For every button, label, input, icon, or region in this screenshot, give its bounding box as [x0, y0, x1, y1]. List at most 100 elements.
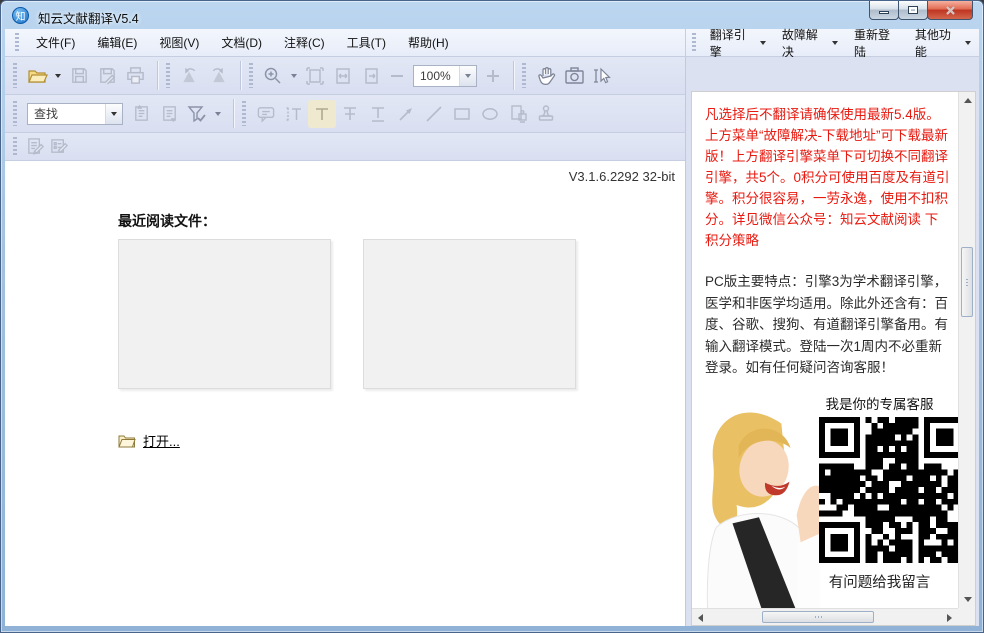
menu-tools[interactable]: 工具(T) — [336, 30, 397, 55]
menu-comment[interactable]: 注释(C) — [273, 30, 336, 55]
chevron-down-icon — [760, 41, 766, 45]
highlight-text-button[interactable] — [308, 100, 336, 128]
toolbar-gripper — [15, 33, 19, 52]
close-button[interactable] — [927, 0, 973, 20]
stamp-tool-button[interactable] — [532, 100, 560, 128]
menu-help[interactable]: 帮助(H) — [397, 30, 460, 55]
edit-form-button[interactable] — [47, 135, 71, 159]
menu-label: 故障解决 — [782, 26, 826, 60]
hand-icon — [536, 65, 557, 86]
find-next-icon — [160, 104, 179, 123]
line-tool-button[interactable] — [420, 100, 448, 128]
zoom-out-button[interactable] — [385, 64, 409, 88]
attach-file-button[interactable] — [504, 100, 532, 128]
save-button[interactable] — [65, 62, 93, 90]
note-edit-icon — [26, 137, 45, 156]
toolbar-gripper — [692, 33, 696, 52]
menu-view[interactable]: 视图(V) — [148, 30, 210, 55]
open-file-link[interactable]: 打开... — [143, 431, 180, 450]
zoom-in-button[interactable] — [481, 64, 505, 88]
sidebar-panel: 凡选择后不翻译请确保使用最新5.4版。上方菜单“故障解决-下载地址”可下载最新版… — [691, 91, 976, 626]
fit-visible-button[interactable] — [357, 62, 385, 90]
text-select-annotate-button[interactable] — [280, 100, 308, 128]
edit-note-button[interactable] — [23, 135, 47, 159]
app-icon: 知 — [12, 7, 29, 24]
recent-file-placeholder-2 — [363, 239, 576, 389]
notice-black-text: PC版主要特点：引擎3为学术翻译引擎，医学和非医学均适用。除此外还含有：百度、谷… — [705, 271, 950, 379]
sidebar: 凡选择后不翻译请确保使用最新5.4版。上方菜单“故障解决-下载地址”可下载最新版… — [685, 57, 979, 626]
zoom-tool-dropdown[interactable] — [287, 62, 301, 90]
strikethrough-text-button[interactable] — [336, 100, 364, 128]
horizontal-scroll-thumb[interactable] — [762, 611, 874, 623]
find-value: 查找 — [28, 105, 105, 122]
service-agent-photo — [699, 391, 823, 609]
find-next-button[interactable] — [155, 100, 183, 128]
filter-dropdown[interactable] — [211, 100, 225, 128]
service-footer: 有问题给我留言 — [809, 571, 950, 592]
arrow-tool-button[interactable] — [392, 100, 420, 128]
chevron-down-icon — [111, 112, 117, 116]
find-previous-button[interactable] — [127, 100, 155, 128]
select-tool-button[interactable] — [588, 62, 616, 90]
stamp-icon — [536, 104, 556, 124]
rotate-left-button[interactable] — [176, 62, 204, 90]
underline-text-button[interactable] — [364, 100, 392, 128]
toolbar-separator — [233, 99, 234, 129]
recent-file-placeholder-1 — [118, 239, 331, 389]
toolbar-separator — [240, 61, 241, 91]
rectangle-tool-button[interactable] — [448, 100, 476, 128]
menu-document[interactable]: 文档(D) — [210, 30, 273, 55]
toolbar-edit — [5, 133, 685, 161]
line-icon — [424, 104, 444, 124]
form-edit-icon — [50, 137, 69, 156]
zoom-in-tool-button[interactable] — [259, 62, 287, 90]
rectangle-icon — [452, 104, 472, 124]
maximize-button[interactable] — [898, 0, 928, 20]
toolbar-file-view: 100% — [5, 57, 685, 95]
menu-edit[interactable]: 编辑(E) — [86, 30, 148, 55]
open-file-dropdown[interactable] — [51, 62, 65, 90]
toolbar-gripper — [13, 63, 17, 89]
save-as-button[interactable] — [93, 62, 121, 90]
scroll-left-button[interactable] — [692, 609, 709, 626]
open-folder-icon — [27, 67, 48, 85]
zoom-level-value: 100% — [414, 69, 459, 83]
menu-file[interactable]: 文件(F) — [25, 30, 86, 55]
oval-tool-button[interactable] — [476, 100, 504, 128]
oval-icon — [480, 104, 500, 124]
chevron-down-icon — [832, 41, 838, 45]
minimize-icon — [879, 11, 889, 14]
hand-tool-button[interactable] — [532, 62, 560, 90]
zoom-combo-dropdown[interactable] — [459, 66, 476, 86]
sidebar-vertical-scrollbar[interactable] — [958, 92, 975, 608]
highlight-icon — [312, 104, 332, 124]
minimize-button[interactable] — [869, 0, 899, 20]
rotate-right-button[interactable] — [204, 62, 232, 90]
toolbar-gripper — [13, 101, 17, 127]
print-icon — [126, 66, 145, 85]
fit-page-button[interactable] — [301, 62, 329, 90]
print-button[interactable] — [121, 62, 149, 90]
toolbar-separator — [157, 61, 158, 91]
snapshot-button[interactable] — [560, 62, 588, 90]
sidebar-horizontal-scrollbar[interactable] — [692, 608, 958, 625]
comment-tool-button[interactable] — [252, 100, 280, 128]
open-file-button[interactable] — [23, 62, 51, 90]
menu-label: 翻译引擎 — [710, 26, 754, 60]
scroll-down-button[interactable] — [959, 591, 976, 608]
fit-width-button[interactable] — [329, 62, 357, 90]
scrollbar-corner — [958, 608, 975, 625]
notice-red-text: 凡选择后不翻译请确保使用最新5.4版。上方菜单“故障解决-下载地址”可下载最新版… — [705, 104, 950, 251]
scroll-right-button[interactable] — [941, 609, 958, 626]
fit-page-icon — [305, 66, 325, 86]
vertical-scroll-thumb[interactable] — [961, 247, 973, 317]
recent-files-row — [118, 239, 576, 389]
zoom-level-combobox[interactable]: 100% — [413, 65, 477, 87]
find-combobox[interactable]: 查找 — [27, 103, 123, 125]
filter-annotations-button[interactable] — [183, 100, 211, 128]
window-controls — [870, 0, 973, 20]
scroll-up-button[interactable] — [959, 92, 976, 109]
find-combo-dropdown[interactable] — [105, 104, 122, 124]
chevron-down-icon — [215, 112, 221, 116]
strikethrough-icon — [340, 104, 360, 124]
